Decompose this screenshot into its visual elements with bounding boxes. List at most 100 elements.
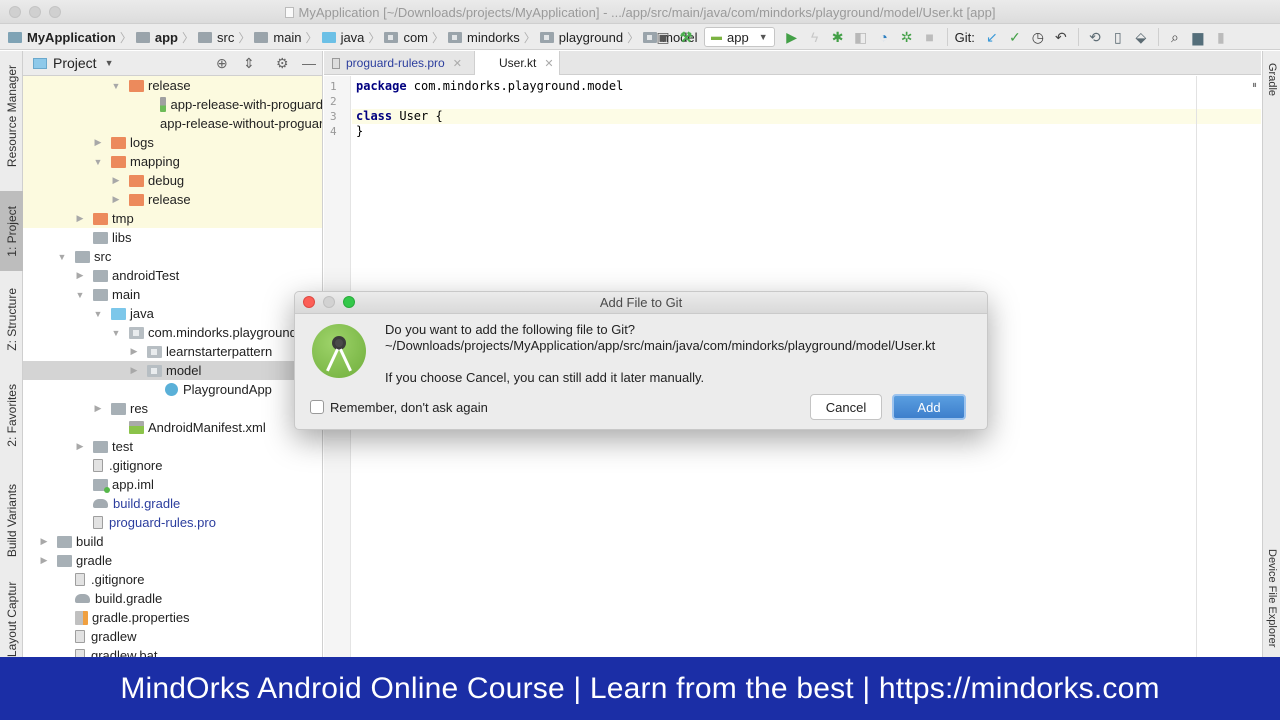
- collapsed-arrow-icon[interactable]: ▶: [75, 441, 85, 452]
- hide-panel-icon[interactable]: —: [302, 55, 316, 71]
- expanded-arrow-icon[interactable]: ▼: [93, 309, 103, 319]
- tree-item[interactable]: ▼ com.mindorks.playground: [23, 323, 322, 342]
- collapsed-arrow-icon[interactable]: ▶: [39, 536, 49, 547]
- breadcrumb-project[interactable]: MyApplication: [8, 30, 116, 45]
- tree-item[interactable]: libs: [23, 228, 322, 247]
- git-history-icon[interactable]: ◷: [1027, 27, 1049, 47]
- tab-project[interactable]: 1: Project: [0, 191, 23, 271]
- tree-item[interactable]: AndroidManifest.xml: [23, 418, 322, 437]
- stop-icon[interactable]: ■: [919, 27, 941, 47]
- project-view-select[interactable]: Project: [53, 55, 97, 71]
- expanded-arrow-icon[interactable]: ▼: [93, 157, 103, 167]
- expanded-arrow-icon[interactable]: ▼: [57, 252, 67, 262]
- breadcrumb-mindorks[interactable]: mindorks: [448, 30, 520, 45]
- tree-item[interactable]: PlaygroundApp: [23, 380, 322, 399]
- remember-checkbox-label[interactable]: Remember, don't ask again: [330, 400, 488, 415]
- breadcrumb-com[interactable]: com: [384, 30, 428, 45]
- debug-icon[interactable]: ✱: [827, 27, 849, 47]
- tree-item[interactable]: .gitignore: [23, 570, 322, 589]
- tab-build-variants[interactable]: Build Variants: [0, 471, 23, 571]
- collapsed-arrow-icon[interactable]: ▶: [93, 137, 103, 148]
- tab-layout-captures[interactable]: Layout Captures: [0, 581, 23, 657]
- breadcrumb-main[interactable]: main: [254, 30, 302, 45]
- tree-item[interactable]: ▶ model: [23, 361, 322, 380]
- tree-item[interactable]: ▼ mapping: [23, 152, 322, 171]
- tree-item-label: test: [112, 439, 133, 454]
- gear-icon[interactable]: ⚙: [276, 55, 289, 72]
- tree-item[interactable]: ▼ main: [23, 285, 322, 304]
- tree-item[interactable]: gradlew: [23, 627, 322, 646]
- tab-resource-manager[interactable]: Resource Manager: [0, 51, 23, 181]
- collapsed-arrow-icon[interactable]: ▶: [129, 346, 139, 357]
- tree-item[interactable]: app.iml: [23, 475, 322, 494]
- tab-gradle[interactable]: Gradle: [1266, 63, 1278, 96]
- collapsed-arrow-icon[interactable]: ▶: [75, 270, 85, 281]
- tree-item[interactable]: proguard-rules.pro: [23, 513, 322, 532]
- profile-icon[interactable]: ◔: [873, 27, 895, 47]
- expanded-arrow-icon[interactable]: ▼: [111, 81, 121, 91]
- tree-item[interactable]: ▶ tmp: [23, 209, 322, 228]
- add-button[interactable]: Add: [892, 394, 966, 420]
- run-configuration-select[interactable]: ▬ app ▼: [704, 27, 775, 47]
- git-commit-icon[interactable]: ✓: [1004, 27, 1026, 47]
- git-update-icon[interactable]: ↙: [981, 27, 1003, 47]
- chevron-down-icon[interactable]: ▼: [105, 58, 114, 68]
- reader-mode-icon[interactable]: ⏸: [1252, 80, 1257, 91]
- collapsed-arrow-icon[interactable]: ▶: [129, 365, 139, 376]
- tree-item[interactable]: build.gradle: [23, 589, 322, 608]
- tab-user-kt[interactable]: User.kt ✕: [474, 51, 560, 75]
- cancel-button[interactable]: Cancel: [810, 394, 882, 420]
- tree-item[interactable]: ▶ debug: [23, 171, 322, 190]
- git-revert-icon[interactable]: ↶: [1050, 27, 1072, 47]
- tree-item[interactable]: ▶ release: [23, 190, 322, 209]
- collapsed-arrow-icon[interactable]: ▶: [93, 403, 103, 414]
- tree-item[interactable]: .gitignore: [23, 456, 322, 475]
- breadcrumb-playground[interactable]: playground: [539, 30, 623, 45]
- tree-item[interactable]: ▶ res: [23, 399, 322, 418]
- collapsed-arrow-icon[interactable]: ▶: [39, 555, 49, 566]
- breadcrumb-app[interactable]: app: [135, 30, 178, 45]
- tree-item[interactable]: ▼ src: [23, 247, 322, 266]
- tab-device-file-explorer[interactable]: Device File Explorer: [1266, 549, 1278, 647]
- collapsed-arrow-icon[interactable]: ▶: [75, 213, 85, 224]
- build-hammer-icon[interactable]: ⚒: [675, 27, 697, 47]
- tree-item[interactable]: gradlew.bat: [23, 646, 322, 657]
- close-tab-icon[interactable]: ✕: [544, 57, 553, 70]
- tree-item[interactable]: ▶ logs: [23, 133, 322, 152]
- layout-icon[interactable]: ▣: [652, 27, 674, 47]
- tab-proguard-rules[interactable]: proguard-rules.pro ✕: [324, 51, 474, 75]
- tab-favorites[interactable]: 2: Favorites: [0, 369, 23, 461]
- collapsed-arrow-icon[interactable]: ▶: [111, 175, 121, 186]
- apply-changes-icon[interactable]: ϟ: [804, 27, 826, 47]
- tree-item[interactable]: ▼ release: [23, 76, 322, 95]
- tree-item[interactable]: ▼ java: [23, 304, 322, 323]
- collapsed-arrow-icon[interactable]: ▶: [111, 194, 121, 205]
- tab-structure[interactable]: Z: Structure: [0, 279, 23, 359]
- tree-item[interactable]: ▶ androidTest: [23, 266, 322, 285]
- expanded-arrow-icon[interactable]: ▼: [75, 290, 85, 300]
- tree-item[interactable]: ▶ learnstarterpattern: [23, 342, 322, 361]
- expanded-arrow-icon[interactable]: ▼: [111, 328, 121, 338]
- user-icon[interactable]: ▮: [1210, 27, 1232, 47]
- collapse-all-icon[interactable]: ⇕: [243, 55, 255, 72]
- remember-checkbox[interactable]: [310, 400, 324, 414]
- run-icon[interactable]: ▶: [781, 27, 803, 47]
- project-structure-icon[interactable]: ▆: [1187, 27, 1209, 47]
- tree-item[interactable]: app-release-without-proguard: [23, 114, 322, 133]
- tree-item[interactable]: ▶ test: [23, 437, 322, 456]
- search-icon[interactable]: ⌕: [1164, 27, 1186, 47]
- tree-item[interactable]: ▶ gradle: [23, 551, 322, 570]
- coverage-icon[interactable]: ◧: [850, 27, 872, 47]
- sdk-manager-icon[interactable]: ⬙: [1130, 27, 1152, 47]
- breadcrumb-src[interactable]: src: [198, 30, 234, 45]
- gradle-sync-icon[interactable]: ⟲: [1084, 27, 1106, 47]
- tree-item[interactable]: gradle.properties: [23, 608, 322, 627]
- breadcrumb-java[interactable]: java: [321, 30, 364, 45]
- avd-manager-icon[interactable]: ▯: [1107, 27, 1129, 47]
- close-tab-icon[interactable]: ✕: [453, 57, 462, 70]
- tree-item[interactable]: build.gradle: [23, 494, 322, 513]
- attach-debugger-icon[interactable]: ✲: [896, 27, 918, 47]
- locate-file-icon[interactable]: ⊕: [216, 55, 228, 72]
- tree-item[interactable]: ▶ build: [23, 532, 322, 551]
- tree-item[interactable]: app-release-with-proguard: [23, 95, 322, 114]
